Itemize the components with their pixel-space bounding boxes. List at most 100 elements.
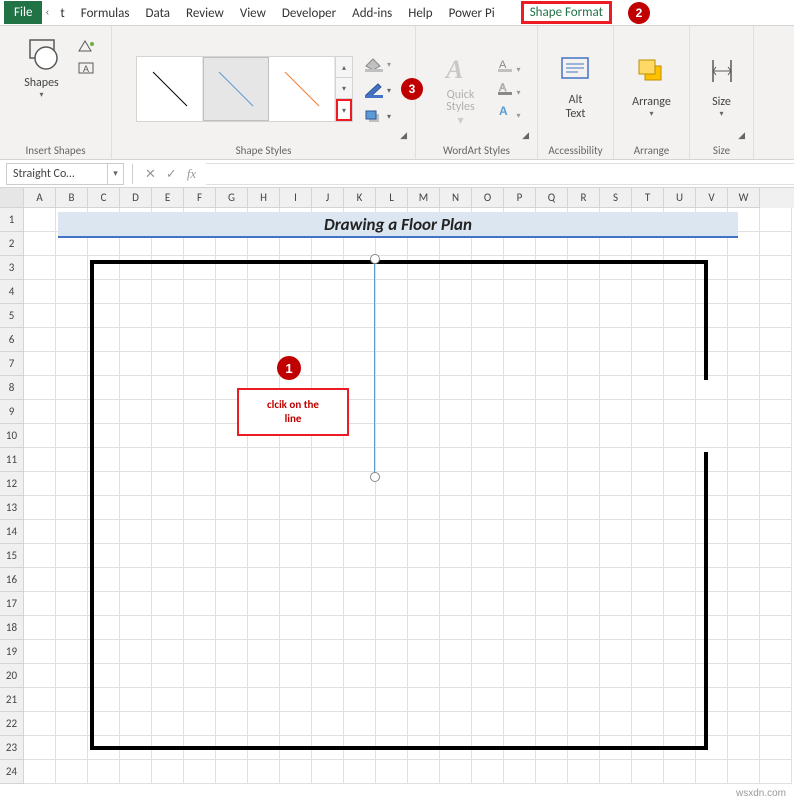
row-header[interactable]: 18 (0, 616, 24, 640)
col-header[interactable]: P (504, 188, 536, 208)
dialog-launcher-icon[interactable]: ◢ (522, 130, 529, 141)
cell[interactable] (24, 760, 56, 784)
cell[interactable] (56, 304, 88, 328)
cell[interactable] (760, 496, 792, 520)
tab-data[interactable]: Data (137, 2, 178, 24)
cell[interactable] (24, 496, 56, 520)
cell[interactable] (56, 400, 88, 424)
gallery-down[interactable]: ▾ (336, 78, 352, 99)
cell[interactable] (24, 736, 56, 760)
cell[interactable] (728, 736, 760, 760)
cell[interactable] (56, 376, 88, 400)
cell[interactable] (56, 424, 88, 448)
gallery-more[interactable]: ▾ (336, 99, 352, 121)
col-header[interactable]: A (24, 188, 56, 208)
cell[interactable] (728, 448, 760, 472)
row-header[interactable]: 4 (0, 280, 24, 304)
cell[interactable] (88, 760, 120, 784)
cell[interactable] (24, 304, 56, 328)
row-header[interactable]: 8 (0, 376, 24, 400)
cell[interactable] (56, 592, 88, 616)
cancel-icon[interactable]: ✕ (145, 166, 156, 182)
text-outline-icon[interactable]: A▾ (496, 81, 520, 98)
col-header[interactable]: K (344, 188, 376, 208)
cell[interactable] (24, 376, 56, 400)
cell[interactable] (760, 736, 792, 760)
tab-shape-format[interactable]: Shape Format (521, 1, 612, 24)
cell[interactable] (24, 592, 56, 616)
floor-plan-shape[interactable] (90, 260, 708, 750)
col-header[interactable]: B (56, 188, 88, 208)
cell[interactable] (504, 760, 536, 784)
cell[interactable] (24, 520, 56, 544)
cell[interactable] (664, 760, 696, 784)
row-header[interactable]: 7 (0, 352, 24, 376)
cell[interactable] (728, 640, 760, 664)
cell[interactable] (376, 760, 408, 784)
cell[interactable] (440, 760, 472, 784)
cell[interactable] (728, 688, 760, 712)
cell[interactable] (568, 760, 600, 784)
text-fill-icon[interactable]: A▾ (496, 58, 520, 75)
cell[interactable] (56, 688, 88, 712)
row-header[interactable]: 2 (0, 232, 24, 256)
tab-developer[interactable]: Developer (274, 2, 344, 24)
cell[interactable] (728, 328, 760, 352)
cell[interactable] (24, 616, 56, 640)
tab-addins[interactable]: Add-ins (344, 2, 400, 24)
cell[interactable] (760, 208, 792, 232)
cell[interactable] (56, 472, 88, 496)
tab-file[interactable]: File (4, 1, 42, 24)
row-header[interactable]: 14 (0, 520, 24, 544)
cell[interactable] (56, 352, 88, 376)
col-header[interactable]: T (632, 188, 664, 208)
shape-effects-icon[interactable]: ▾ (363, 107, 391, 125)
col-header[interactable]: G (216, 188, 248, 208)
col-header[interactable]: D (120, 188, 152, 208)
cell[interactable] (760, 448, 792, 472)
cell[interactable] (760, 400, 792, 424)
dialog-launcher-icon[interactable]: ◢ (738, 130, 745, 141)
col-header[interactable]: C (88, 188, 120, 208)
cell[interactable] (24, 280, 56, 304)
cell[interactable] (760, 544, 792, 568)
col-header[interactable]: U (664, 188, 696, 208)
cell[interactable] (728, 472, 760, 496)
cell[interactable] (56, 736, 88, 760)
col-header[interactable]: L (376, 188, 408, 208)
col-header[interactable]: R (568, 188, 600, 208)
cell[interactable] (24, 256, 56, 280)
shape-styles-gallery[interactable]: ▴ ▾ ▾ (136, 56, 353, 122)
cell[interactable] (56, 520, 88, 544)
cell[interactable] (24, 232, 56, 256)
cell[interactable] (728, 760, 760, 784)
cell[interactable] (24, 352, 56, 376)
cell[interactable] (24, 208, 56, 232)
cell[interactable] (408, 760, 440, 784)
col-header[interactable]: O (472, 188, 504, 208)
resize-handle-bottom[interactable] (370, 472, 380, 482)
cell[interactable] (24, 424, 56, 448)
tab-cut[interactable]: t (52, 2, 72, 24)
cell[interactable] (56, 448, 88, 472)
cell[interactable] (728, 616, 760, 640)
cell[interactable] (120, 760, 152, 784)
cell[interactable] (696, 760, 728, 784)
cell[interactable] (24, 472, 56, 496)
cell[interactable] (24, 640, 56, 664)
name-box[interactable]: Straight Co…▾ (6, 163, 124, 185)
cell[interactable] (312, 760, 344, 784)
resize-handle-top[interactable] (370, 254, 380, 264)
col-header[interactable]: I (280, 188, 312, 208)
cell[interactable] (280, 760, 312, 784)
cell[interactable] (760, 640, 792, 664)
row-header[interactable]: 17 (0, 592, 24, 616)
arrange-button[interactable]: Arrange ▾ (632, 54, 671, 118)
row-header[interactable]: 22 (0, 712, 24, 736)
cell[interactable] (216, 760, 248, 784)
size-button[interactable]: Size ▾ (705, 54, 739, 118)
cell[interactable] (24, 544, 56, 568)
col-header[interactable]: H (248, 188, 280, 208)
dialog-launcher-icon[interactable]: ◢ (400, 130, 407, 141)
tab-help[interactable]: Help (400, 2, 440, 24)
